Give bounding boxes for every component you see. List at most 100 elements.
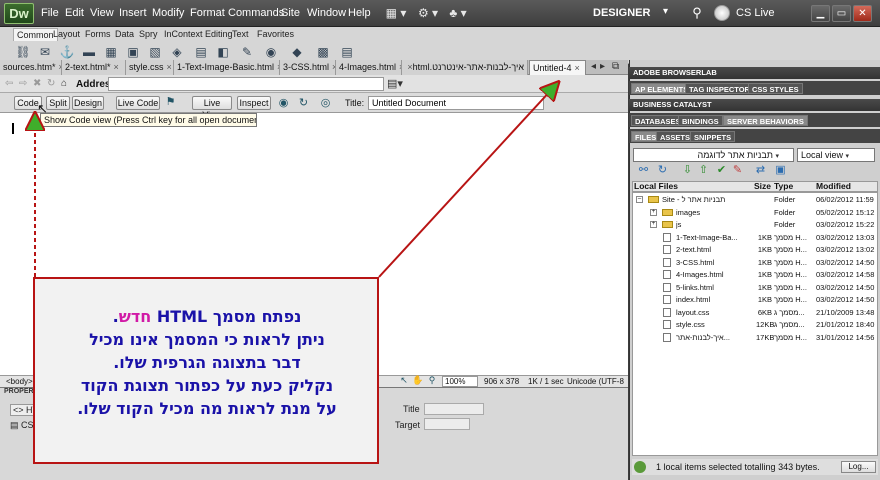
file-row[interactable]: – Site - תבניות אתר ל Folder 06/02/2012 11:… [632,194,878,207]
insert-tab-data[interactable]: Data [112,28,137,41]
media-icon[interactable]: ◈ [168,43,186,61]
put-icon[interactable]: ⇧ [696,163,711,178]
menu-site[interactable]: Site [281,7,300,19]
menu-modify[interactable]: Modify [152,7,184,19]
menu-view[interactable]: View [90,7,114,19]
select-tool-icon[interactable]: ↖ [398,374,410,386]
script-icon[interactable]: ◆ [288,43,306,61]
expand-icon[interactable]: + [650,208,657,216]
log-button[interactable]: Log... [841,461,876,473]
file-row[interactable]: style.css 12KB מסמך ג... 21/01/2012 18:40 [632,319,878,332]
file-row[interactable]: איך-לבנות-אתר... 17KB מסמך H... 31/01/2012 … [632,332,878,345]
maximize-icon[interactable]: ▭ [832,5,851,22]
window-size[interactable]: 906 x 378 [484,377,519,386]
address-input[interactable] [108,77,384,91]
home-icon[interactable]: ⌂ [61,78,67,89]
tab-assets[interactable]: ASSETS [656,131,695,142]
column-type[interactable]: Type [774,181,793,191]
doc-tab[interactable]: style.css × [126,60,174,75]
hand-tool-icon[interactable]: ✋ [412,374,424,386]
tab-tag-inspector[interactable]: TAG INSPECTOR [685,83,754,94]
zoom-tool-icon[interactable]: ⚲ [426,374,438,386]
forward-icon[interactable]: ⇨ [19,78,27,89]
get-icon[interactable]: ⇩ [680,163,695,178]
collapse-icon[interactable]: – [636,196,643,203]
doc-tab[interactable]: 4-Images.html× [336,60,402,75]
doc-tab[interactable]: איך-לבנות-אתר-אינטרנט.html× [402,60,528,75]
image-icon[interactable]: ▧ [146,43,164,61]
close-icon[interactable]: × [167,62,172,72]
check-in-icon[interactable]: ✎ [730,163,745,178]
site-icon[interactable]: ♣ ▾ [443,5,473,22]
menu-insert[interactable]: Insert [119,7,147,19]
close-icon[interactable]: × [114,62,119,72]
file-row[interactable]: index.html 1KB מסמך H... 03/02/2012 14:50 [632,294,878,307]
file-row[interactable]: 5-links.html 1KB מסמך H... 03/02/2012 14:50 [632,282,878,295]
column-local-files[interactable]: Local Files [634,181,678,191]
refresh-design-view-icon[interactable]: ↻ [296,96,311,111]
inspect-button[interactable]: Inspect [237,96,271,110]
close-icon[interactable]: ✕ [853,5,872,22]
minimize-icon[interactable]: ▁ [811,5,830,22]
email-link-icon[interactable]: ✉ [36,43,54,61]
design-button[interactable]: Design [72,96,104,110]
named-anchor-icon[interactable]: ⚓ [58,43,76,61]
date-icon[interactable]: ▤ [192,43,210,61]
insert-tab-spry[interactable]: Spry [136,28,161,41]
workspace-switcher[interactable]: DESIGNER [593,7,650,19]
chevron-down-icon[interactable]: ▾ [663,6,668,17]
refresh-icon[interactable]: ↻ [655,163,670,178]
restore-document-icon[interactable]: ⧉ [612,61,619,72]
link-icon[interactable]: ⛓ [14,43,32,61]
horizontal-rule-icon[interactable]: ▬ [80,43,98,61]
insert-tab-forms[interactable]: Forms [82,28,114,41]
comment-icon[interactable]: ✎ [238,43,256,61]
menu-edit[interactable]: Edit [65,7,84,19]
tab-ap-elements[interactable]: AP ELEMENTS [631,83,693,94]
file-row[interactable]: + images Folder 05/02/2012 15:12 [632,207,878,220]
insert-tab-layout[interactable]: Layout [50,28,83,41]
insert-tab-incontext-editing[interactable]: InContext Editing [161,28,236,41]
file-row[interactable]: 3-CSS.html 1KB מסמך H... 03/02/2012 14:50 [632,257,878,270]
div-icon[interactable]: ▣ [124,43,142,61]
cs-live-button[interactable]: CS Live [736,7,775,19]
menu-window[interactable]: Window [307,7,346,19]
file-row[interactable]: 1-Text-Image-Ba... 1KB מסמך H... 03/02/2012… [632,232,878,245]
menu-file[interactable]: File [41,7,59,19]
cs-live-icon[interactable] [714,5,730,21]
stop-icon[interactable]: ✖ [33,78,41,89]
doc-tab[interactable]: 2-text.html* × [62,60,126,75]
gear-icon[interactable]: ⚙ ▾ [413,5,443,22]
tag-selector[interactable]: <body> [6,377,33,386]
column-modified[interactable]: Modified [816,181,851,191]
table-icon[interactable]: ▦ [102,43,120,61]
address-options-icon[interactable]: ▤▾ [386,76,404,92]
live-view-button[interactable]: Live View [192,96,232,120]
zoom-select[interactable]: 100% [442,376,478,387]
tab-bindings[interactable]: BINDINGS [678,115,723,126]
close-icon[interactable]: × [575,63,580,73]
tab-server-behaviors[interactable]: SERVER BEHAVIORS [723,115,808,126]
connect-icon[interactable]: ⚯ [636,163,651,178]
business-catalyst-panel-header[interactable]: BUSINESS CATALYST [629,99,880,111]
live-code-button[interactable]: Live Code [116,96,160,110]
check-out-icon[interactable]: ✔ [714,163,729,178]
templates-icon[interactable]: ▩ [314,43,332,61]
check-browser-compatibility-icon[interactable]: ⚑ [163,95,178,110]
tab-databases[interactable]: DATABASES [631,115,685,126]
file-row[interactable]: + js Folder 03/02/2012 15:22 [632,219,878,232]
title-input[interactable] [368,96,544,110]
file-row[interactable]: layout.css 6KB מסמך ג... 21/10/2009 13:48 [632,307,878,320]
file-row[interactable]: 4-Images.html 1KB מסמך H... 03/02/2012 14:5… [632,269,878,282]
prop-title-input[interactable] [424,403,484,415]
expand-icon[interactable]: + [650,221,657,228]
doc-tab-active[interactable]: Untitled-4 × [529,60,586,75]
tab-scroll-right-icon[interactable]: ▸ [600,61,605,72]
back-icon[interactable]: ⇦ [5,78,13,89]
menu-help[interactable]: Help [348,7,371,19]
tab-snippets[interactable]: SNIPPETS [690,131,736,142]
doc-tab[interactable]: 3-CSS.html× [280,60,336,75]
layout-icon[interactable]: ▦ ▾ [381,5,411,22]
site-select[interactable]: תבניות אתר לדוגמה ▾ [633,148,794,162]
menu-commands[interactable]: Commands [228,7,284,19]
